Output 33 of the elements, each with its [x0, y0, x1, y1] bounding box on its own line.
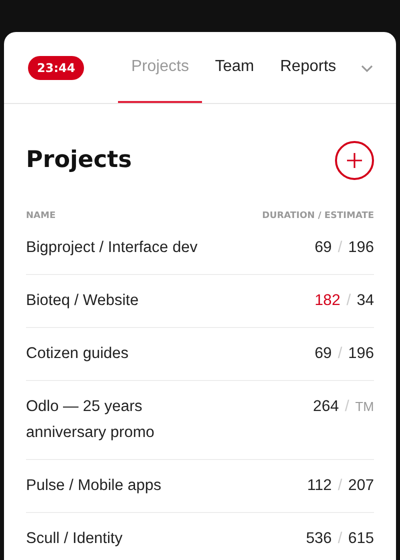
duration-value: 69 — [314, 238, 332, 258]
project-name: Bioteq / Website — [26, 291, 139, 311]
project-name: Bigproject / Interface dev — [26, 238, 198, 258]
estimate-value: 207 — [348, 476, 374, 496]
estimate-value: 196 — [348, 344, 374, 364]
duration-value: 112 — [307, 476, 332, 496]
column-header: DURATION / ESTIMATE — [262, 210, 374, 222]
duration-value: 536 — [306, 529, 332, 549]
nav-tab[interactable]: Reports — [267, 32, 350, 103]
project-name: Cotizen guides — [26, 344, 129, 364]
separator: / — [344, 397, 350, 417]
project-name: Odlo — 25 years anniversary promo — [26, 397, 156, 443]
column-header: NAME — [26, 210, 56, 222]
estimate-value: TM — [355, 398, 374, 416]
nav-tab[interactable]: Team — [202, 32, 268, 103]
separator: / — [338, 476, 342, 496]
separator: / — [346, 291, 351, 311]
timer-badge: 23:44 — [28, 56, 84, 80]
plus-icon — [346, 152, 363, 168]
separator: / — [338, 238, 342, 258]
separator: / — [338, 344, 342, 364]
estimate-value: 34 — [356, 291, 374, 311]
estimate-value: 615 — [348, 529, 374, 549]
estimate-value: 196 — [348, 238, 374, 258]
add-button[interactable] — [335, 140, 374, 180]
page-title: Projects — [26, 146, 132, 175]
duration-value: 69 — [314, 344, 332, 364]
chevron-down-icon[interactable] — [360, 62, 374, 72]
separator: / — [338, 529, 342, 549]
duration-value: 182 — [314, 291, 340, 311]
duration-value: 264 — [313, 397, 339, 417]
project-name: Scull / Identity — [26, 529, 122, 549]
project-name: Pulse / Mobile apps — [26, 476, 162, 496]
